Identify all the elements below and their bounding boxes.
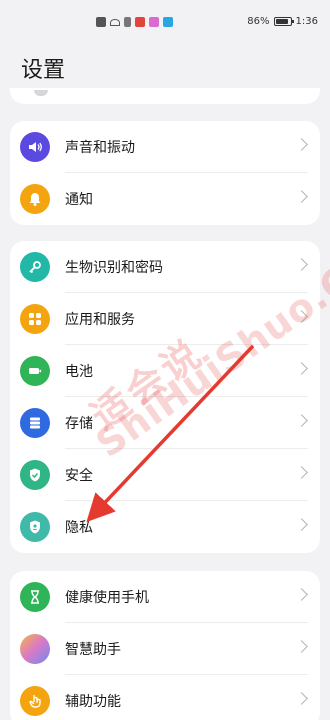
settings-item-label: 健康使用手机	[65, 590, 149, 606]
settings-item-biometrics-password[interactable]: 生物识别和密码	[10, 241, 320, 293]
settings-item-label: 声音和振动	[65, 140, 135, 156]
assistant-icon	[20, 634, 50, 664]
settings-item-security[interactable]: 安全	[10, 449, 320, 501]
settings-item-storage[interactable]: 存储	[10, 397, 320, 449]
shield-check-icon	[20, 460, 50, 490]
status-bar: 86% 1:36	[0, 0, 330, 44]
hand-icon	[20, 686, 50, 716]
chevron-right-icon	[295, 466, 308, 479]
chevron-right-icon	[295, 258, 308, 271]
settings-item-notifications[interactable]: 通知	[10, 173, 320, 225]
bell-icon	[20, 184, 50, 214]
settings-item-accessibility[interactable]: 辅助功能	[10, 675, 320, 720]
settings-group: 健康使用手机 智慧助手 辅助功能	[10, 571, 320, 720]
chevron-right-icon	[295, 414, 308, 427]
battery-status-icon	[273, 17, 294, 26]
settings-item-label: 应用和服务	[65, 312, 135, 328]
settings-item-label: 存储	[65, 416, 93, 432]
chevron-right-icon	[295, 138, 308, 151]
settings-item-label: 生物识别和密码	[65, 260, 163, 276]
settings-item-smart-assistant[interactable]: 智慧助手	[10, 623, 320, 675]
hourglass-icon	[20, 582, 50, 612]
settings-item-label: 辅助功能	[65, 694, 121, 710]
settings-item-apps-services[interactable]: 应用和服务	[10, 293, 320, 345]
settings-item-label: 隐私	[65, 520, 93, 536]
settings-item-label: 智慧助手	[65, 642, 121, 658]
clock: 1:36	[295, 16, 318, 27]
scrolled-card-edge	[10, 88, 320, 104]
chevron-right-icon	[295, 640, 308, 653]
page-title: 设置	[21, 58, 66, 83]
settings-item-battery[interactable]: 电池	[10, 345, 320, 397]
app-notification-icon	[149, 17, 159, 27]
settings-item-digital-balance[interactable]: 健康使用手机	[10, 571, 320, 623]
battery-percent: 86%	[247, 16, 270, 27]
chevron-right-icon	[295, 588, 308, 601]
speaker-icon	[20, 132, 50, 162]
chevron-right-icon	[295, 362, 308, 375]
settings-item-label: 安全	[65, 468, 93, 484]
privacy-shield-icon	[20, 512, 50, 542]
settings-group: 声音和振动 通知	[10, 121, 320, 225]
battery-icon	[20, 356, 50, 386]
settings-item-privacy[interactable]: 隐私	[10, 501, 320, 553]
app-notification-icon	[135, 17, 145, 27]
app-notification-icon	[163, 17, 173, 27]
message-icon	[96, 17, 106, 27]
chevron-right-icon	[295, 310, 308, 323]
key-icon	[20, 252, 50, 282]
status-right: 86% 1:36	[247, 16, 318, 27]
apps-grid-icon	[20, 304, 50, 334]
chevron-right-icon	[295, 190, 308, 203]
settings-group: 生物识别和密码 应用和服务 电池 存储 安全 隐私	[10, 241, 320, 553]
storage-icon	[20, 408, 50, 438]
hourglass-status-icon	[124, 17, 131, 27]
chevron-right-icon	[295, 692, 308, 705]
settings-item-label: 通知	[65, 192, 93, 208]
wifi-icon	[110, 18, 120, 26]
settings-item-label: 电池	[65, 364, 93, 380]
settings-item-sound-vibration[interactable]: 声音和振动	[10, 121, 320, 173]
chevron-right-icon	[295, 518, 308, 531]
notification-icons	[96, 17, 173, 27]
